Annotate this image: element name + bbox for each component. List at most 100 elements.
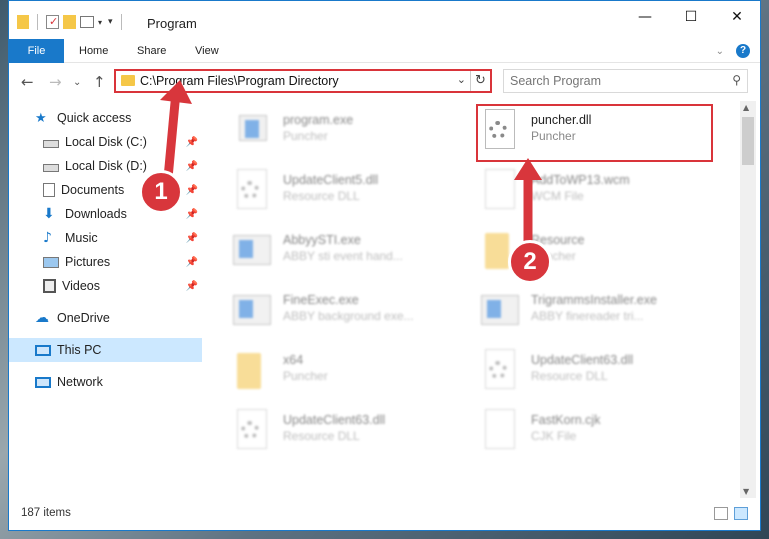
file-name: TrigrammsInstaller.exe xyxy=(531,293,657,307)
file-name: AddToWP13.wcm xyxy=(531,173,630,187)
pin-icon[interactable]: 📌 xyxy=(186,257,198,268)
new-folder-icon[interactable] xyxy=(63,15,76,29)
file-item[interactable]: UpdateClient63.dll Resource DLL xyxy=(481,347,721,403)
divider xyxy=(37,14,38,30)
documents-icon xyxy=(43,183,55,197)
file-item[interactable]: UpdateClient5.dll Resource DLL xyxy=(233,167,473,223)
file-name: FastKorn.cjk xyxy=(531,413,601,427)
videos-icon xyxy=(43,279,56,293)
explorer-window: ✓ ▾ ▾ Program — ☐ ✕ File Home Share View… xyxy=(8,0,761,531)
step-badge-2: 2 xyxy=(508,240,552,284)
file-icon xyxy=(481,169,519,217)
pin-icon[interactable]: 📌 xyxy=(186,281,198,292)
close-button[interactable]: ✕ xyxy=(714,1,760,33)
file-item[interactable]: FastKorn.cjk CJK File xyxy=(481,407,721,463)
search-input[interactable] xyxy=(504,70,714,92)
sidebar-item-label: Network xyxy=(57,375,103,389)
dll-gear-icon xyxy=(233,409,271,457)
file-item[interactable]: AddToWP13.wcm WCM File xyxy=(481,167,721,223)
file-name: UpdateClient63.dll xyxy=(283,413,386,427)
view-options-icon[interactable] xyxy=(80,16,94,28)
pin-icon[interactable]: 📌 xyxy=(186,161,198,172)
pin-icon[interactable]: 📌 xyxy=(186,209,198,220)
file-item[interactable]: AbbyySTI.exe ABBY sti event hand... xyxy=(233,227,473,283)
sidebar-item-label: Videos xyxy=(62,279,100,293)
properties-icon[interactable]: ✓ xyxy=(46,15,59,29)
file-item[interactable]: x64 Puncher xyxy=(233,347,473,403)
recent-locations-icon[interactable]: ⌄ xyxy=(73,77,81,88)
sidebar-item-label: Music xyxy=(65,231,98,245)
file-description: Resource DLL xyxy=(283,429,360,443)
pin-icon[interactable]: 📌 xyxy=(186,137,198,148)
sidebar-item-quick-access[interactable]: ★ Quick access xyxy=(9,106,202,130)
up-arrow-icon[interactable]: ↑ xyxy=(93,73,106,91)
pin-icon[interactable]: 📌 xyxy=(186,233,198,244)
scrollbar-thumb[interactable] xyxy=(742,117,754,165)
sidebar-item-network[interactable]: Network xyxy=(9,370,202,394)
sidebar-item-label: Quick access xyxy=(57,111,132,125)
file-description: ABBY background exe... xyxy=(283,309,414,323)
puncher-dll-highlight xyxy=(476,104,713,162)
file-item[interactable]: TrigrammsInstaller.exe ABBY finereader t… xyxy=(481,287,721,343)
drive-icon xyxy=(43,140,59,148)
file-description: Puncher xyxy=(283,129,328,143)
sidebar-item-label: Pictures xyxy=(65,255,111,269)
pin-icon[interactable]: 📌 xyxy=(186,185,198,196)
sidebar-item-label: Documents xyxy=(61,183,125,197)
back-arrow-icon[interactable]: ← xyxy=(21,73,34,91)
divider xyxy=(120,14,122,30)
star-icon: ★ xyxy=(35,111,47,126)
vertical-scrollbar[interactable]: ▲ ▼ xyxy=(740,101,756,498)
folder-icon xyxy=(233,349,271,397)
tab-share[interactable]: Share xyxy=(123,39,180,63)
customize-toolbar-icon[interactable]: ▾ xyxy=(108,17,113,27)
dll-gear-icon xyxy=(233,169,271,217)
drive-icon xyxy=(43,164,59,172)
file-description: Resource DLL xyxy=(283,189,360,203)
chevron-down-icon[interactable]: ⌄ xyxy=(457,73,466,86)
file-description: WCM File xyxy=(531,189,584,203)
tab-file[interactable]: File xyxy=(9,39,64,63)
tab-view[interactable]: View xyxy=(181,39,233,63)
file-name: UpdateClient5.dll xyxy=(283,173,379,187)
sidebar-item-this-pc[interactable]: This PC xyxy=(9,338,202,362)
address-path[interactable]: C:\Program Files\Program Directory xyxy=(140,74,339,88)
forward-arrow-icon[interactable]: → xyxy=(49,73,62,91)
sidebar-item-onedrive[interactable]: ☁ OneDrive xyxy=(9,306,202,330)
tab-home[interactable]: Home xyxy=(65,39,122,63)
ribbon-right-controls: ⌄ ? xyxy=(716,44,750,58)
folder-icon xyxy=(17,15,29,29)
sidebar-item-label: OneDrive xyxy=(57,311,110,325)
music-icon: ♪ xyxy=(43,230,52,246)
scroll-down-icon[interactable]: ▼ xyxy=(743,487,749,496)
file-item[interactable]: FineExec.exe ABBY background exe... xyxy=(233,287,473,343)
app-icon xyxy=(233,289,271,337)
refresh-icon[interactable]: ↻ xyxy=(470,71,490,91)
ribbon-tabs: File Home Share View ⌄ ? xyxy=(9,39,760,63)
quick-access-toolbar: ✓ ▾ ▾ xyxy=(17,14,126,30)
sidebar-item-music[interactable]: ♪ Music 📌 xyxy=(9,226,202,250)
sidebar-item-label: Local Disk (C:) xyxy=(65,135,147,149)
search-icon[interactable]: ⚲ xyxy=(732,73,741,87)
maximize-button[interactable]: ☐ xyxy=(668,1,714,33)
app-icon xyxy=(233,229,271,277)
item-count: 187 items xyxy=(21,507,71,519)
search-box[interactable]: ⚲ xyxy=(503,69,748,93)
details-view-icon[interactable] xyxy=(714,507,728,520)
file-item[interactable]: UpdateClient63.dll Resource DLL xyxy=(233,407,473,463)
step-badge-1: 1 xyxy=(139,170,183,214)
large-icons-view-icon[interactable] xyxy=(734,507,748,520)
help-icon[interactable]: ? xyxy=(736,44,750,58)
chevron-down-icon[interactable]: ▾ xyxy=(98,18,102,27)
minimize-button[interactable]: — xyxy=(622,1,668,33)
address-bar[interactable]: C:\Program Files\Program Directory ⌄ ↻ xyxy=(114,69,492,93)
sidebar-item-local-disk-c[interactable]: Local Disk (C:) 📌 xyxy=(9,130,202,154)
sidebar-item-videos[interactable]: Videos 📌 xyxy=(9,274,202,298)
file-item[interactable]: program.exe Puncher xyxy=(233,107,473,163)
file-name: UpdateClient63.dll xyxy=(531,353,634,367)
expand-ribbon-icon[interactable]: ⌄ xyxy=(716,46,724,57)
exe-icon xyxy=(233,109,271,157)
file-description: ABBY finereader tri... xyxy=(531,309,644,323)
scroll-up-icon[interactable]: ▲ xyxy=(743,103,749,112)
sidebar-item-pictures[interactable]: Pictures 📌 xyxy=(9,250,202,274)
